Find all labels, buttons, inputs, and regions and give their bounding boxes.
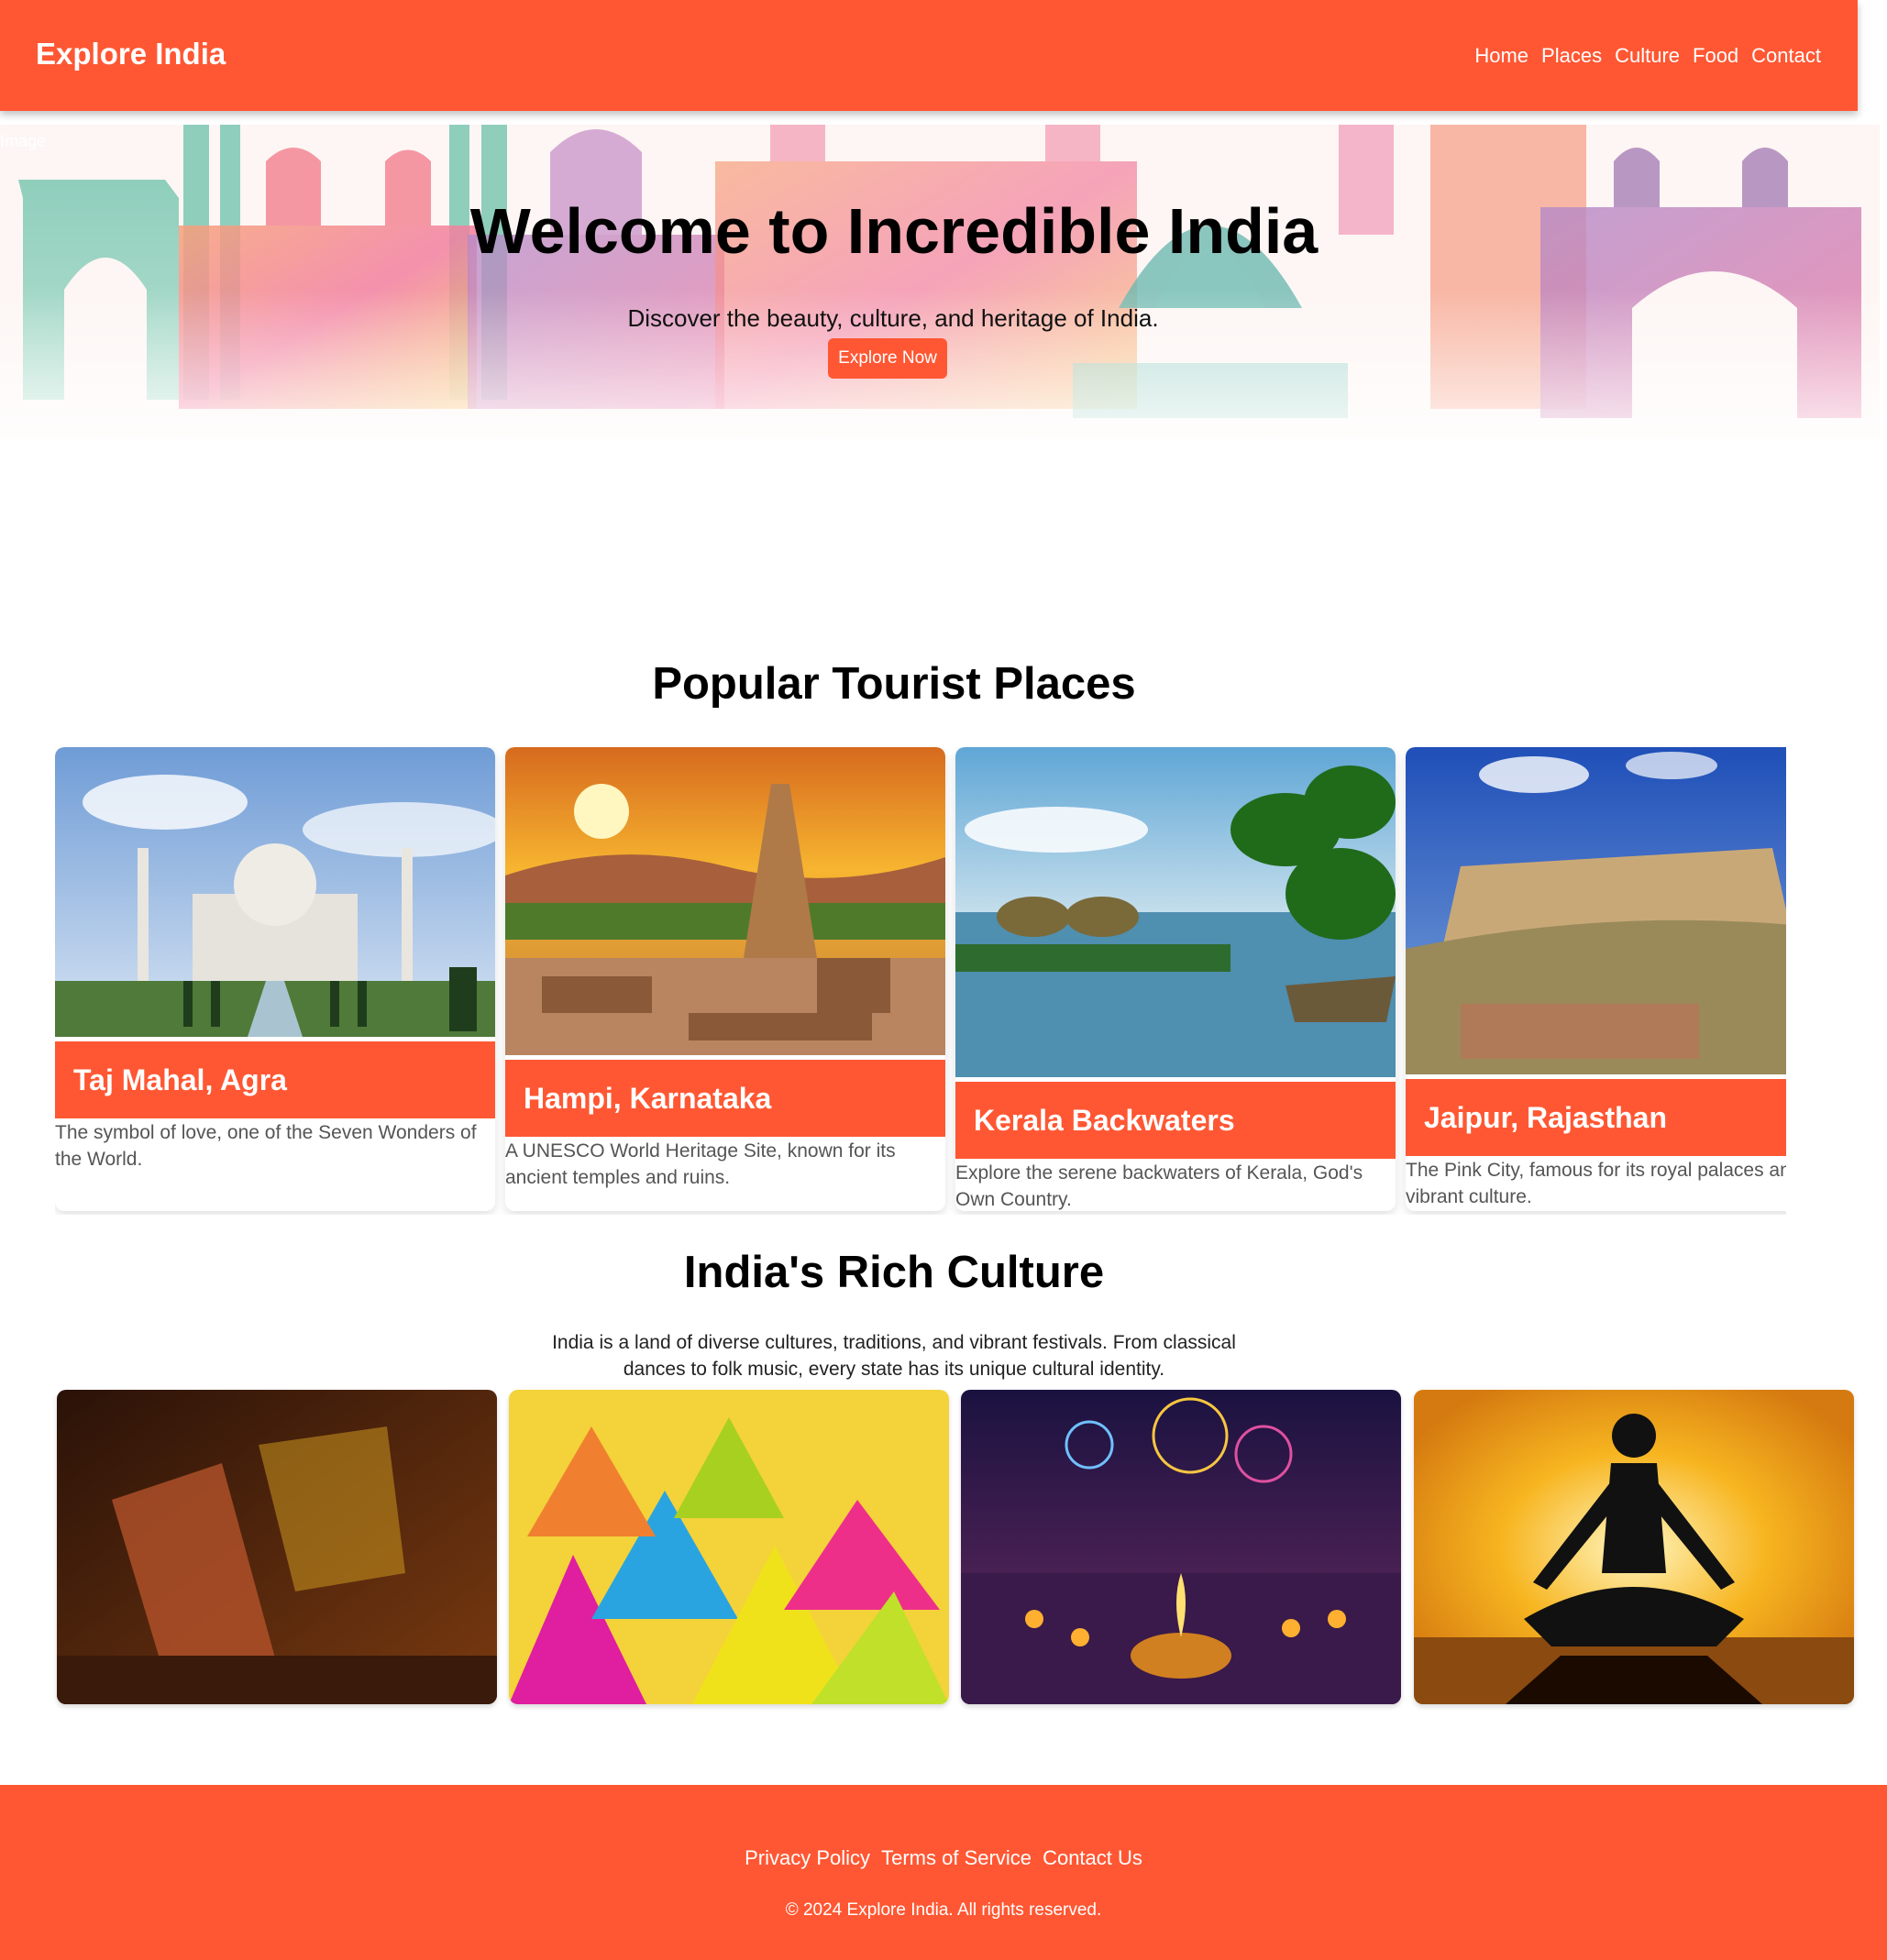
place-card-jaipur[interactable]: Jaipur, Rajasthan The Pink City, famous …: [1406, 747, 1786, 1211]
hero-banner: Image Welcome to Incredible India Discov…: [0, 125, 1880, 439]
place-description: Explore the serene backwaters of Kerala,…: [955, 1162, 1363, 1210]
place-card-kerala-backwaters[interactable]: Kerala Backwaters Explore the serene bac…: [955, 747, 1396, 1211]
hero-subtitle: Discover the beauty, culture, and herita…: [627, 304, 1159, 332]
nav-culture[interactable]: Culture: [1615, 44, 1680, 68]
place-title: Taj Mahal, Agra: [55, 1041, 495, 1118]
culture-image-yoga: [1414, 1390, 1854, 1704]
footer-links: Privacy Policy Terms of Service Contact …: [0, 1846, 1887, 1870]
nav-home[interactable]: Home: [1474, 44, 1528, 68]
place-description: The Pink City, famous for its royal pala…: [1406, 1160, 1786, 1207]
hero-title: Welcome to Incredible India: [469, 195, 1319, 267]
jaipur-photo: [1406, 747, 1786, 1074]
place-description: A UNESCO World Heritage Site, known for …: [505, 1140, 896, 1188]
main-nav: Home Places Culture Food Contact: [1474, 44, 1821, 68]
explore-now-button[interactable]: Explore Now: [828, 338, 947, 379]
brand-logo-text[interactable]: Explore India: [36, 37, 226, 72]
culture-description: India is a land of diverse cultures, tra…: [552, 1332, 1236, 1380]
place-title: Kerala Backwaters: [955, 1082, 1396, 1159]
nav-food[interactable]: Food: [1693, 44, 1738, 68]
culture-image-dance: [57, 1390, 497, 1704]
kerala-backwaters-photo: [955, 747, 1396, 1077]
place-title: Jaipur, Rajasthan: [1406, 1079, 1786, 1156]
copyright-text: © 2024 Explore India. All rights reserve…: [785, 1900, 1102, 1920]
terms-of-service-link[interactable]: Terms of Service: [881, 1846, 1032, 1869]
places-section-title: Popular Tourist Places: [652, 659, 1136, 709]
place-card-hampi[interactable]: Hampi, Karnataka A UNESCO World Heritage…: [505, 747, 945, 1211]
places-carousel: Taj Mahal, Agra The symbol of love, one …: [55, 747, 1786, 1215]
culture-image-diwali: [961, 1390, 1401, 1704]
culture-section-title: India's Rich Culture: [683, 1248, 1105, 1297]
hero-image-alt-text: Image: [0, 132, 47, 150]
culture-image-holi-colors: [509, 1390, 949, 1704]
site-header: Explore India Home Places Culture Food C…: [0, 0, 1858, 111]
place-title: Hampi, Karnataka: [505, 1060, 945, 1137]
contact-us-link[interactable]: Contact Us: [1043, 1846, 1142, 1869]
place-description: The symbol of love, one of the Seven Won…: [55, 1122, 477, 1170]
nav-places[interactable]: Places: [1541, 44, 1602, 68]
privacy-policy-link[interactable]: Privacy Policy: [745, 1846, 870, 1869]
taj-mahal-photo: [55, 747, 495, 1037]
site-footer: Privacy Policy Terms of Service Contact …: [0, 1785, 1887, 1960]
nav-contact[interactable]: Contact: [1751, 44, 1821, 68]
india-skyline-illustration: [0, 125, 1880, 439]
place-card-taj-mahal[interactable]: Taj Mahal, Agra The symbol of love, one …: [55, 747, 495, 1211]
hampi-photo: [505, 747, 945, 1055]
